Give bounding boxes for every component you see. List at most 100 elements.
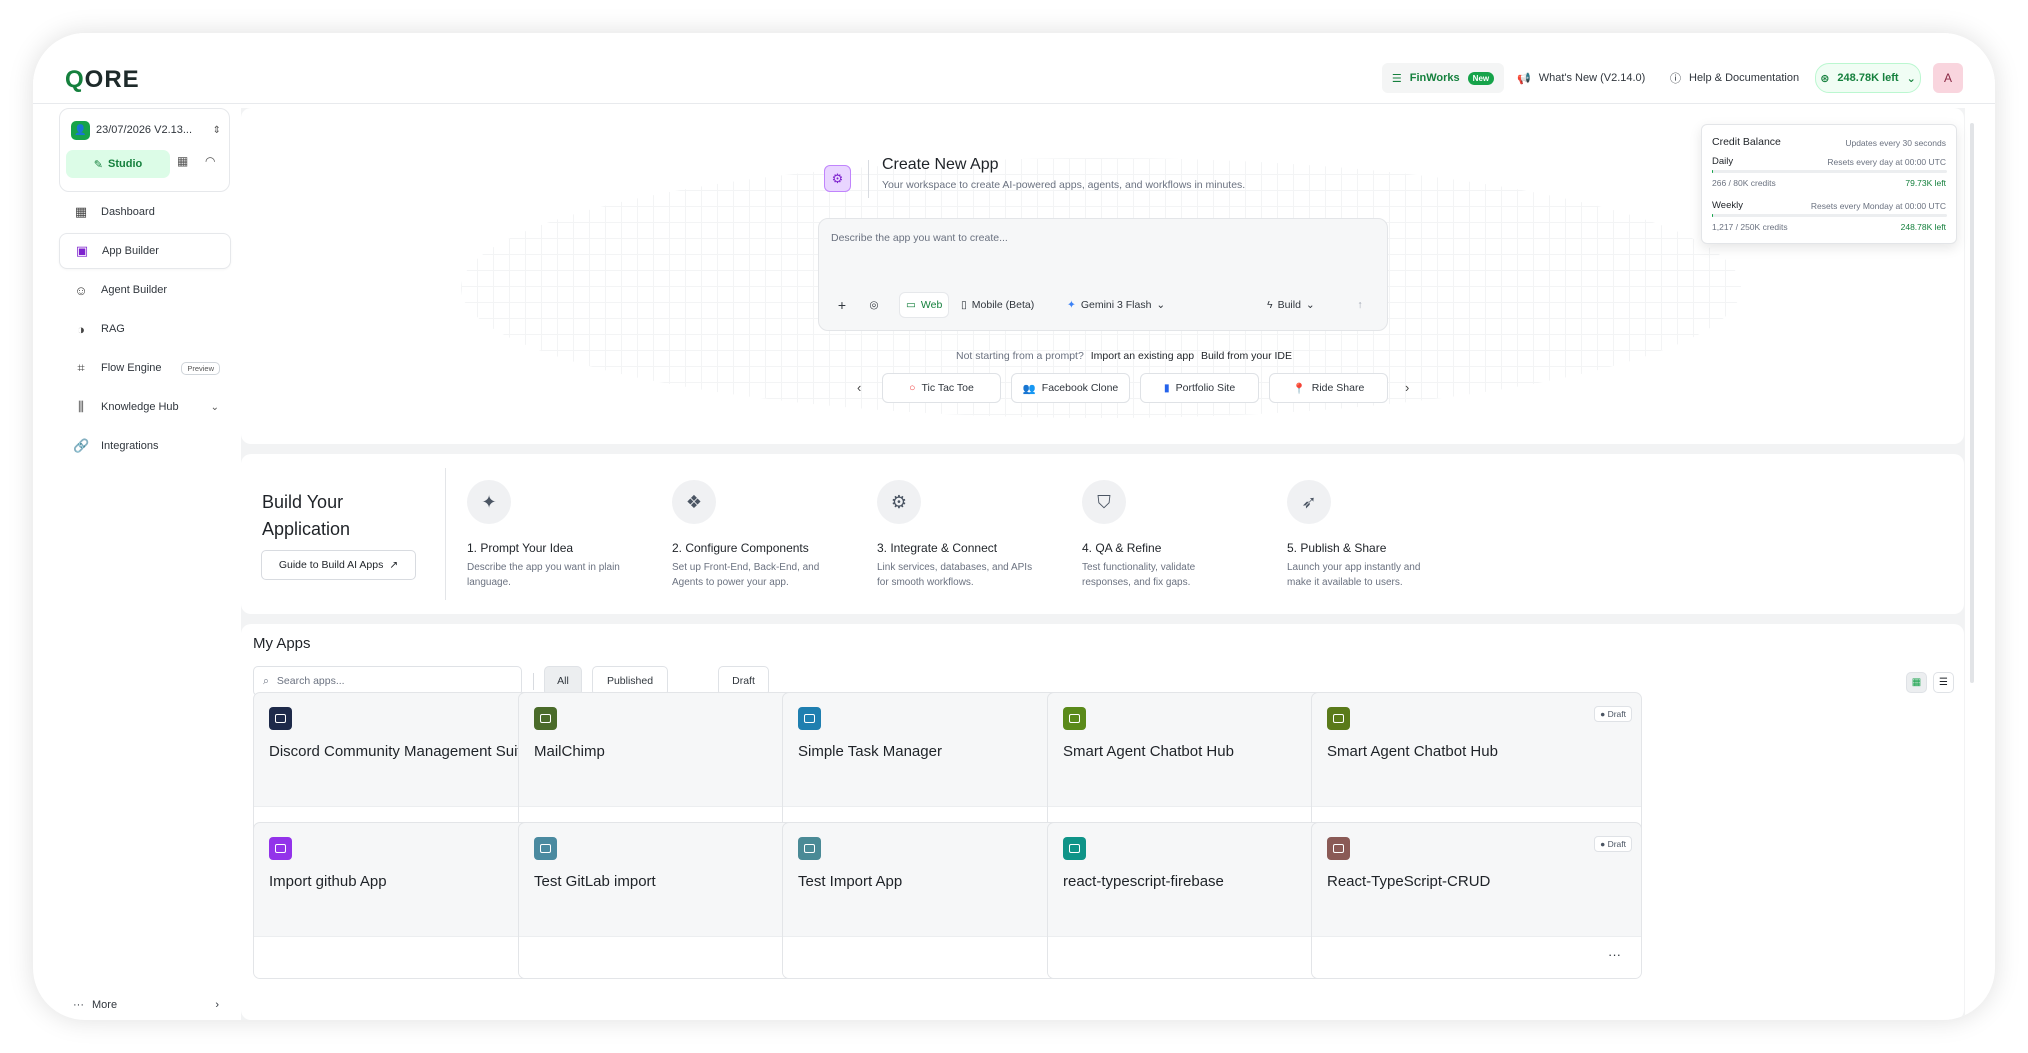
import-app-link[interactable]: Import an existing app (1091, 350, 1194, 362)
app-icon (534, 707, 557, 730)
robot-icon: ☺ (74, 282, 88, 298)
app-name: Import github App (269, 873, 387, 890)
book-icon: ▮ (1163, 382, 1170, 394)
template-chip[interactable]: 📍 Ride Share (1269, 373, 1388, 403)
app-icon (269, 837, 292, 860)
grid-view-button[interactable]: ▦ (1906, 672, 1927, 693)
sidebar-item-rag[interactable]: ◑ RAG (59, 311, 231, 347)
flow-icon: ⌗ (77, 360, 85, 375)
guide-step: ⚙ 3. Integrate & Connect Link services, … (877, 480, 1037, 590)
list-view-button[interactable]: ☰ (1933, 672, 1954, 693)
ellipsis-icon: ··· (73, 999, 84, 1011)
template-chip[interactable]: 👥 Facebook Clone (1011, 373, 1130, 403)
guide-step: ✦ 1. Prompt Your Idea Describe the app y… (467, 480, 627, 590)
sidebar-item-integrations[interactable]: 🔗 Integrations (59, 428, 231, 464)
app-icon (1063, 707, 1086, 730)
build-guide-panel: Build Your Application Guide to Build AI… (241, 454, 1964, 614)
sparkle-icon: ✦ (1067, 299, 1076, 311)
link-icon: 🔗 (73, 438, 90, 453)
app-name: Test GitLab import (534, 873, 656, 890)
page-title: Create New App (882, 156, 999, 173)
sidebar-item-knowledge-hub[interactable]: ⫼ Knowledge Hub ⌄ (59, 389, 231, 425)
app-window-icon: ⚙ (824, 165, 851, 192)
logo[interactable]: QORE (65, 66, 140, 94)
app-card[interactable]: ● Draft React-TypeScript-CRUD ··· (1311, 822, 1642, 979)
chevron-down-icon: ⌄ (1305, 299, 1315, 311)
guide-step: ❖ 2. Configure Components Set up Front-E… (672, 480, 832, 590)
card-footer: ··· (1312, 936, 1641, 978)
sidebar-item-dashboard[interactable]: ▦ Dashboard (59, 194, 231, 230)
chevron-left-icon[interactable]: ‹ (857, 380, 861, 395)
divider (33, 103, 1995, 104)
shield-icon: ⛉ (1082, 480, 1126, 524)
studio-button[interactable]: ✎ Studio (66, 150, 170, 178)
build-from-ide-link[interactable]: Build from your IDE (1201, 350, 1292, 362)
monitor-icon: ▭ (906, 299, 916, 311)
more-options-button[interactable]: ··· (1608, 947, 1621, 962)
app-name: Discord Community Management Suite (269, 743, 530, 760)
plus-icon: + (837, 297, 847, 313)
grid-icon[interactable]: ▦ (177, 154, 188, 168)
main-content: ⚙ Create New App Your workspace to creat… (241, 108, 1965, 1020)
rag-icon: ◑ (77, 321, 85, 337)
build-selector[interactable]: ϟ Build ⌄ (1267, 292, 1315, 318)
components-icon: ❖ (672, 480, 716, 524)
gear-icon: ⚙ (877, 480, 921, 524)
web-toggle[interactable]: ▭ Web (899, 292, 950, 318)
chevron-down-icon: ⌄ (210, 401, 219, 413)
app-icon (798, 707, 821, 730)
people-icon: 👥 (1022, 382, 1036, 395)
palette-icon: ◎ (869, 299, 879, 311)
credits-button[interactable]: ⊛ 248.78K left ⌄ (1815, 63, 1921, 93)
sidebar-item-flow-engine[interactable]: ⌗ Flow Engine Preview (59, 350, 231, 386)
prompt-input[interactable]: Describe the app you want to create... (831, 232, 1008, 244)
workspace-switcher: 👤 23/07/2026 V2.13... ⇕ ✎ Studio ▦ ◠ (59, 108, 230, 192)
workspace-selector[interactable]: 👤 23/07/2026 V2.13... ⇕ (71, 119, 221, 141)
scrollbar[interactable] (1970, 123, 1974, 683)
app-name: React-TypeScript-CRUD (1327, 873, 1491, 890)
search-icon: ⌕ (263, 674, 269, 687)
page-subtitle: Your workspace to create AI-powered apps… (882, 179, 1246, 191)
chevron-updown-icon: ⇕ (212, 124, 221, 136)
section-title: My Apps (253, 635, 311, 652)
add-button[interactable]: + (831, 292, 853, 318)
app-name: react-typescript-firebase (1063, 873, 1224, 890)
preview-badge: Preview (181, 361, 220, 375)
help-icon: ⓘ (1670, 73, 1681, 85)
app-icon (534, 837, 557, 860)
guide-step: ⛉ 4. QA & Refine Test functionality, val… (1082, 480, 1242, 590)
avatar[interactable]: A (1933, 63, 1963, 93)
app-builder-icon: ▣ (75, 243, 89, 258)
coins-icon: ⊛ (1820, 72, 1830, 85)
edit-icon: ✎ (93, 158, 103, 171)
template-chip[interactable]: ▮ Portfolio Site (1140, 373, 1259, 403)
status-badge: ● Draft (1594, 836, 1632, 852)
credit-balance-popover: Credit Balance Updates every 30 seconds … (1701, 124, 1957, 244)
app-name: MailChimp (534, 743, 605, 760)
palette-button[interactable]: ◎ (863, 292, 885, 318)
guide-button[interactable]: Guide to Build AI Apps ↗ (261, 550, 416, 580)
whats-new-button[interactable]: 📢 What's New (V2.14.0) (1517, 63, 1647, 93)
gauge-icon[interactable]: ◠ (205, 154, 215, 168)
pin-icon: 📍 (1292, 382, 1306, 395)
more-button[interactable]: ··· More › (59, 994, 231, 1016)
daily-progress-bar (1712, 170, 1947, 173)
weekly-progress-bar (1712, 214, 1947, 217)
sidebar-item-app-builder[interactable]: ▣ App Builder (59, 233, 231, 269)
chevron-down-icon: ⌄ (1906, 72, 1916, 85)
chevron-right-icon[interactable]: › (1405, 380, 1409, 395)
guide-step: ➶ 5. Publish & Share Launch your app ins… (1287, 480, 1447, 590)
model-selector[interactable]: ✦ Gemini 3 Flash ⌄ (1067, 292, 1165, 318)
template-chip[interactable]: ○ Tic Tac Toe (882, 373, 1001, 403)
external-link-icon: ↗ (389, 559, 399, 571)
my-apps-panel: My Apps ⌕ Search apps... All Published D… (241, 624, 1964, 1020)
app-window: QORE ☰ FinWorks New 📢 What's New (V2.14.… (33, 33, 1995, 1020)
app-name: Test Import App (798, 873, 903, 890)
finworks-button[interactable]: ☰ FinWorks New (1382, 63, 1504, 93)
sidebar-item-agent-builder[interactable]: ☺ Agent Builder (59, 272, 231, 308)
mobile-toggle[interactable]: ▯ Mobile (Beta) (961, 292, 1034, 318)
send-button[interactable]: ↑ (1349, 292, 1371, 318)
help-button[interactable]: ⓘ Help & Documentation (1670, 63, 1803, 93)
app-name: Smart Agent Chatbot Hub (1063, 743, 1234, 760)
prompt-box: Describe the app you want to create... +… (818, 218, 1388, 331)
